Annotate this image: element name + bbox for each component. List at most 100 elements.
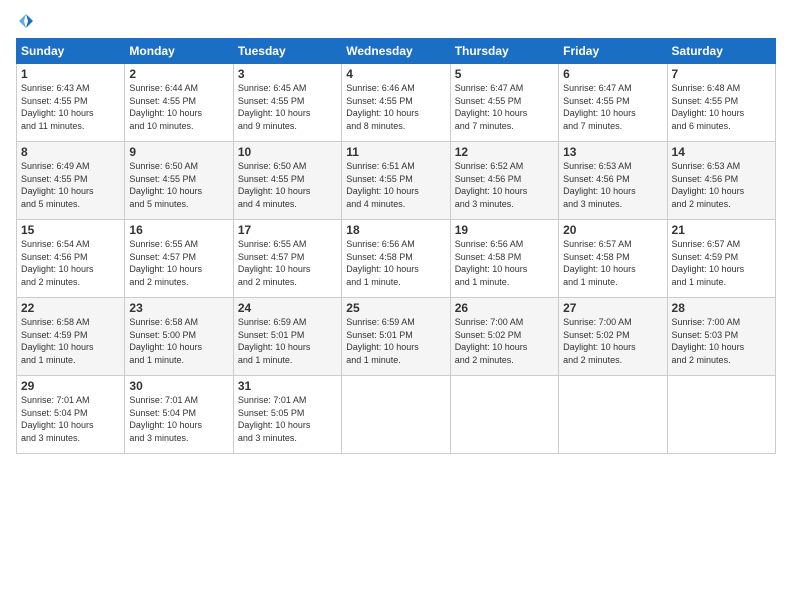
calendar-header-tuesday: Tuesday <box>233 39 341 64</box>
calendar-day-cell: 15Sunrise: 6:54 AM Sunset: 4:56 PM Dayli… <box>17 220 125 298</box>
day-info: Sunrise: 6:45 AM Sunset: 4:55 PM Dayligh… <box>238 82 337 132</box>
calendar-day-cell: 29Sunrise: 7:01 AM Sunset: 5:04 PM Dayli… <box>17 376 125 454</box>
day-info: Sunrise: 6:47 AM Sunset: 4:55 PM Dayligh… <box>455 82 554 132</box>
calendar-week-row: 29Sunrise: 7:01 AM Sunset: 5:04 PM Dayli… <box>17 376 776 454</box>
day-number: 13 <box>563 145 662 159</box>
calendar-header-sunday: Sunday <box>17 39 125 64</box>
day-info: Sunrise: 6:59 AM Sunset: 5:01 PM Dayligh… <box>346 316 445 366</box>
calendar-day-cell: 19Sunrise: 6:56 AM Sunset: 4:58 PM Dayli… <box>450 220 558 298</box>
day-number: 27 <box>563 301 662 315</box>
day-number: 15 <box>21 223 120 237</box>
calendar-day-cell: 17Sunrise: 6:55 AM Sunset: 4:57 PM Dayli… <box>233 220 341 298</box>
day-info: Sunrise: 6:53 AM Sunset: 4:56 PM Dayligh… <box>672 160 771 210</box>
calendar-day-cell: 11Sunrise: 6:51 AM Sunset: 4:55 PM Dayli… <box>342 142 450 220</box>
day-info: Sunrise: 6:54 AM Sunset: 4:56 PM Dayligh… <box>21 238 120 288</box>
calendar-day-cell: 26Sunrise: 7:00 AM Sunset: 5:02 PM Dayli… <box>450 298 558 376</box>
day-info: Sunrise: 6:50 AM Sunset: 4:55 PM Dayligh… <box>238 160 337 210</box>
day-info: Sunrise: 6:49 AM Sunset: 4:55 PM Dayligh… <box>21 160 120 210</box>
day-info: Sunrise: 6:58 AM Sunset: 5:00 PM Dayligh… <box>129 316 228 366</box>
calendar-day-cell <box>667 376 775 454</box>
day-info: Sunrise: 6:56 AM Sunset: 4:58 PM Dayligh… <box>455 238 554 288</box>
logo <box>16 12 36 30</box>
day-number: 14 <box>672 145 771 159</box>
calendar-day-cell: 9Sunrise: 6:50 AM Sunset: 4:55 PM Daylig… <box>125 142 233 220</box>
calendar-day-cell: 23Sunrise: 6:58 AM Sunset: 5:00 PM Dayli… <box>125 298 233 376</box>
day-number: 10 <box>238 145 337 159</box>
day-number: 5 <box>455 67 554 81</box>
day-number: 25 <box>346 301 445 315</box>
calendar-day-cell: 1Sunrise: 6:43 AM Sunset: 4:55 PM Daylig… <box>17 64 125 142</box>
calendar-body: 1Sunrise: 6:43 AM Sunset: 4:55 PM Daylig… <box>17 64 776 454</box>
calendar-day-cell: 22Sunrise: 6:58 AM Sunset: 4:59 PM Dayli… <box>17 298 125 376</box>
day-number: 19 <box>455 223 554 237</box>
calendar-day-cell: 24Sunrise: 6:59 AM Sunset: 5:01 PM Dayli… <box>233 298 341 376</box>
day-info: Sunrise: 6:52 AM Sunset: 4:56 PM Dayligh… <box>455 160 554 210</box>
day-info: Sunrise: 6:51 AM Sunset: 4:55 PM Dayligh… <box>346 160 445 210</box>
day-info: Sunrise: 6:46 AM Sunset: 4:55 PM Dayligh… <box>346 82 445 132</box>
calendar-week-row: 22Sunrise: 6:58 AM Sunset: 4:59 PM Dayli… <box>17 298 776 376</box>
day-info: Sunrise: 6:58 AM Sunset: 4:59 PM Dayligh… <box>21 316 120 366</box>
calendar-day-cell: 7Sunrise: 6:48 AM Sunset: 4:55 PM Daylig… <box>667 64 775 142</box>
day-info: Sunrise: 7:00 AM Sunset: 5:03 PM Dayligh… <box>672 316 771 366</box>
calendar-table: SundayMondayTuesdayWednesdayThursdayFrid… <box>16 38 776 454</box>
day-number: 31 <box>238 379 337 393</box>
day-info: Sunrise: 6:47 AM Sunset: 4:55 PM Dayligh… <box>563 82 662 132</box>
page-header <box>16 12 776 30</box>
day-number: 23 <box>129 301 228 315</box>
day-info: Sunrise: 6:55 AM Sunset: 4:57 PM Dayligh… <box>129 238 228 288</box>
calendar-day-cell: 8Sunrise: 6:49 AM Sunset: 4:55 PM Daylig… <box>17 142 125 220</box>
day-number: 28 <box>672 301 771 315</box>
calendar-header-wednesday: Wednesday <box>342 39 450 64</box>
day-info: Sunrise: 6:59 AM Sunset: 5:01 PM Dayligh… <box>238 316 337 366</box>
day-info: Sunrise: 6:48 AM Sunset: 4:55 PM Dayligh… <box>672 82 771 132</box>
calendar-day-cell: 13Sunrise: 6:53 AM Sunset: 4:56 PM Dayli… <box>559 142 667 220</box>
day-number: 21 <box>672 223 771 237</box>
calendar-day-cell: 5Sunrise: 6:47 AM Sunset: 4:55 PM Daylig… <box>450 64 558 142</box>
calendar-day-cell: 12Sunrise: 6:52 AM Sunset: 4:56 PM Dayli… <box>450 142 558 220</box>
calendar-day-cell: 28Sunrise: 7:00 AM Sunset: 5:03 PM Dayli… <box>667 298 775 376</box>
calendar-week-row: 8Sunrise: 6:49 AM Sunset: 4:55 PM Daylig… <box>17 142 776 220</box>
day-info: Sunrise: 6:57 AM Sunset: 4:59 PM Dayligh… <box>672 238 771 288</box>
day-info: Sunrise: 6:57 AM Sunset: 4:58 PM Dayligh… <box>563 238 662 288</box>
calendar-week-row: 1Sunrise: 6:43 AM Sunset: 4:55 PM Daylig… <box>17 64 776 142</box>
day-info: Sunrise: 6:55 AM Sunset: 4:57 PM Dayligh… <box>238 238 337 288</box>
logo-text <box>16 12 36 30</box>
day-info: Sunrise: 7:01 AM Sunset: 5:04 PM Dayligh… <box>129 394 228 444</box>
day-number: 26 <box>455 301 554 315</box>
calendar-header-saturday: Saturday <box>667 39 775 64</box>
day-number: 9 <box>129 145 228 159</box>
day-number: 6 <box>563 67 662 81</box>
calendar-day-cell: 27Sunrise: 7:00 AM Sunset: 5:02 PM Dayli… <box>559 298 667 376</box>
day-info: Sunrise: 7:01 AM Sunset: 5:05 PM Dayligh… <box>238 394 337 444</box>
calendar-header-monday: Monday <box>125 39 233 64</box>
day-number: 2 <box>129 67 228 81</box>
day-number: 18 <box>346 223 445 237</box>
day-info: Sunrise: 6:53 AM Sunset: 4:56 PM Dayligh… <box>563 160 662 210</box>
day-number: 30 <box>129 379 228 393</box>
calendar-day-cell: 14Sunrise: 6:53 AM Sunset: 4:56 PM Dayli… <box>667 142 775 220</box>
day-number: 7 <box>672 67 771 81</box>
calendar-day-cell: 20Sunrise: 6:57 AM Sunset: 4:58 PM Dayli… <box>559 220 667 298</box>
calendar-day-cell: 30Sunrise: 7:01 AM Sunset: 5:04 PM Dayli… <box>125 376 233 454</box>
calendar-header-row: SundayMondayTuesdayWednesdayThursdayFrid… <box>17 39 776 64</box>
calendar-day-cell <box>342 376 450 454</box>
day-number: 3 <box>238 67 337 81</box>
calendar-day-cell: 10Sunrise: 6:50 AM Sunset: 4:55 PM Dayli… <box>233 142 341 220</box>
day-info: Sunrise: 6:43 AM Sunset: 4:55 PM Dayligh… <box>21 82 120 132</box>
page-container: SundayMondayTuesdayWednesdayThursdayFrid… <box>0 0 792 462</box>
calendar-week-row: 15Sunrise: 6:54 AM Sunset: 4:56 PM Dayli… <box>17 220 776 298</box>
day-info: Sunrise: 7:00 AM Sunset: 5:02 PM Dayligh… <box>455 316 554 366</box>
calendar-day-cell: 3Sunrise: 6:45 AM Sunset: 4:55 PM Daylig… <box>233 64 341 142</box>
day-number: 1 <box>21 67 120 81</box>
day-number: 12 <box>455 145 554 159</box>
day-info: Sunrise: 6:50 AM Sunset: 4:55 PM Dayligh… <box>129 160 228 210</box>
calendar-day-cell: 31Sunrise: 7:01 AM Sunset: 5:05 PM Dayli… <box>233 376 341 454</box>
day-number: 16 <box>129 223 228 237</box>
calendar-day-cell: 6Sunrise: 6:47 AM Sunset: 4:55 PM Daylig… <box>559 64 667 142</box>
calendar-day-cell: 21Sunrise: 6:57 AM Sunset: 4:59 PM Dayli… <box>667 220 775 298</box>
calendar-day-cell: 2Sunrise: 6:44 AM Sunset: 4:55 PM Daylig… <box>125 64 233 142</box>
day-number: 11 <box>346 145 445 159</box>
day-number: 20 <box>563 223 662 237</box>
calendar-header-thursday: Thursday <box>450 39 558 64</box>
calendar-day-cell: 16Sunrise: 6:55 AM Sunset: 4:57 PM Dayli… <box>125 220 233 298</box>
